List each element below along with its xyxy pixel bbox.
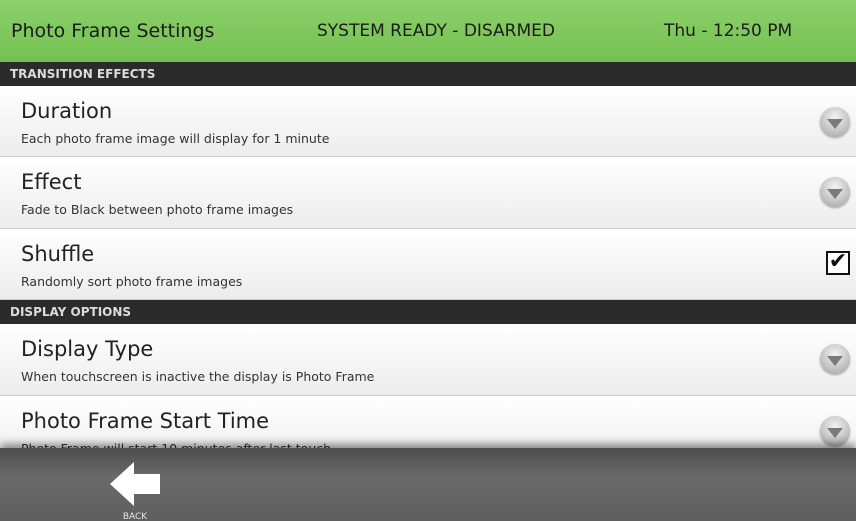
setting-description: Each photo frame image will display for … (21, 131, 330, 146)
setting-label: Shuffle (21, 242, 95, 266)
section-header-transition-effects: TRANSITION EFFECTS (0, 62, 856, 86)
back-arrow-icon (110, 462, 160, 506)
setting-effect[interactable]: Effect Fade to Black between photo frame… (0, 157, 856, 229)
chevron-down-icon[interactable] (820, 177, 850, 207)
status-bar: Photo Frame Settings SYSTEM READY - DISA… (0, 0, 856, 62)
section-header-display-options: DISPLAY OPTIONS (0, 300, 856, 324)
system-status: SYSTEM READY - DISARMED (317, 21, 555, 41)
back-button[interactable]: BACK (99, 458, 171, 521)
bottom-toolbar: BACK (0, 448, 856, 521)
chevron-down-icon[interactable] (820, 416, 850, 446)
setting-description: When touchscreen is inactive the display… (21, 369, 375, 384)
page-title: Photo Frame Settings (11, 20, 215, 42)
setting-shuffle[interactable]: Shuffle Randomly sort photo frame images… (0, 229, 856, 300)
back-label: BACK (122, 512, 148, 521)
clock: Thu - 12:50 PM (664, 21, 793, 41)
setting-description: Fade to Black between photo frame images (21, 202, 294, 217)
chevron-down-icon[interactable] (820, 344, 850, 374)
chevron-down-icon[interactable] (820, 107, 850, 137)
setting-display-type[interactable]: Display Type When touchscreen is inactiv… (0, 324, 856, 396)
setting-description: Randomly sort photo frame images (21, 274, 243, 289)
setting-duration[interactable]: Duration Each photo frame image will dis… (0, 86, 856, 157)
setting-label: Duration (21, 99, 113, 123)
setting-label: Effect (21, 170, 82, 194)
shuffle-checkbox[interactable]: ✔ (826, 251, 850, 275)
setting-label: Display Type (21, 337, 154, 361)
setting-label: Photo Frame Start Time (21, 409, 270, 433)
